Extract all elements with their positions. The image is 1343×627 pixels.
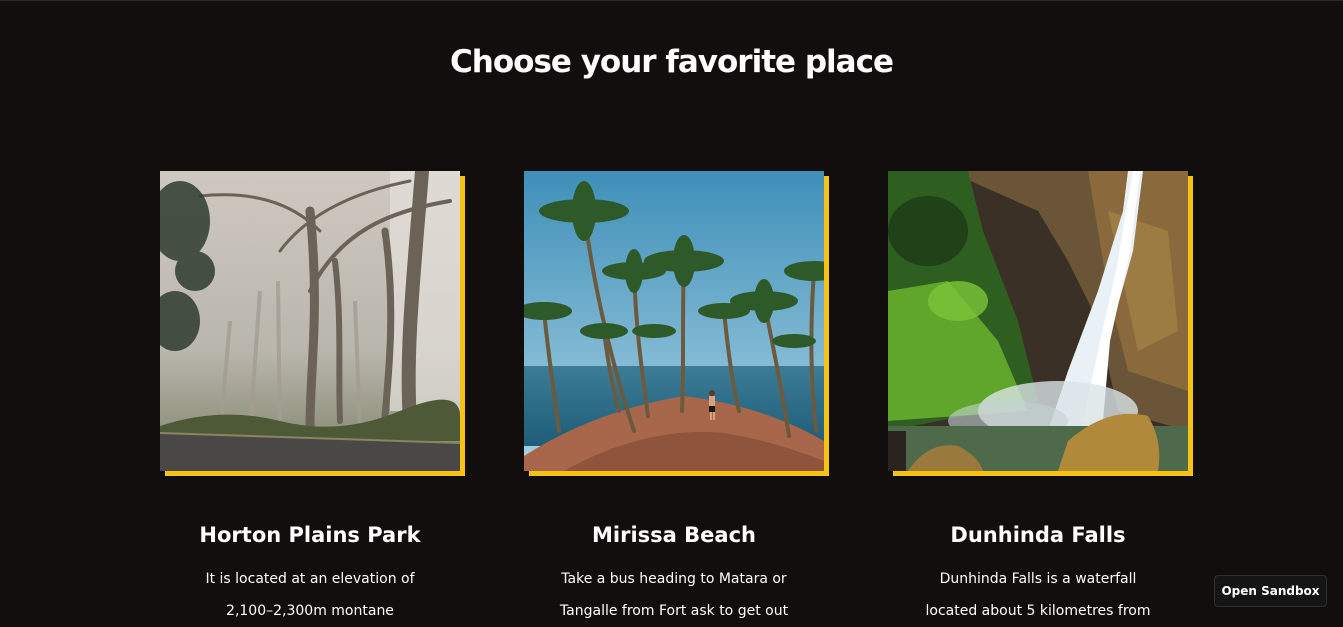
description-line: Take a bus heading to Matara or: [561, 571, 787, 587]
misty-forest-road-photo: [160, 171, 460, 471]
photo-frame: [160, 171, 465, 476]
description-line: Dunhinda Falls is a waterfall: [939, 571, 1137, 587]
place-title: Horton Plains Park: [199, 523, 421, 547]
place-description: It is located at an elevation of 2,100–2…: [160, 563, 460, 627]
place-card-mirissa-beach[interactable]: Mirissa Beach Take a bus heading to Mata…: [524, 171, 829, 619]
page-title: Choose your favorite place: [450, 44, 894, 80]
photo-frame: [888, 171, 1193, 476]
waterfall-photo: [888, 171, 1188, 471]
place-description: Take a bus heading to Matara or Tangalle…: [524, 563, 824, 627]
photo-frame: [524, 171, 829, 476]
place-card-horton-plains[interactable]: Horton Plains Park It is located at an e…: [160, 171, 465, 619]
description-line: 2,100–2,300m montane: [226, 603, 394, 619]
description-line: Tangalle from Fort ask to get out: [559, 603, 789, 619]
top-divider: [0, 0, 1343, 1]
description-line: located about 5 kilometres from: [925, 603, 1151, 619]
place-card-dunhinda-falls[interactable]: Dunhinda Falls Dunhinda Falls is a water…: [888, 171, 1193, 619]
open-sandbox-button[interactable]: Open Sandbox: [1214, 575, 1327, 607]
description-line: It is located at an elevation of: [205, 571, 415, 587]
place-description: Dunhinda Falls is a waterfall located ab…: [888, 563, 1188, 627]
place-title: Mirissa Beach: [592, 523, 756, 547]
place-title: Dunhinda Falls: [950, 523, 1126, 547]
palm-trees-beach-photo: [524, 171, 824, 471]
